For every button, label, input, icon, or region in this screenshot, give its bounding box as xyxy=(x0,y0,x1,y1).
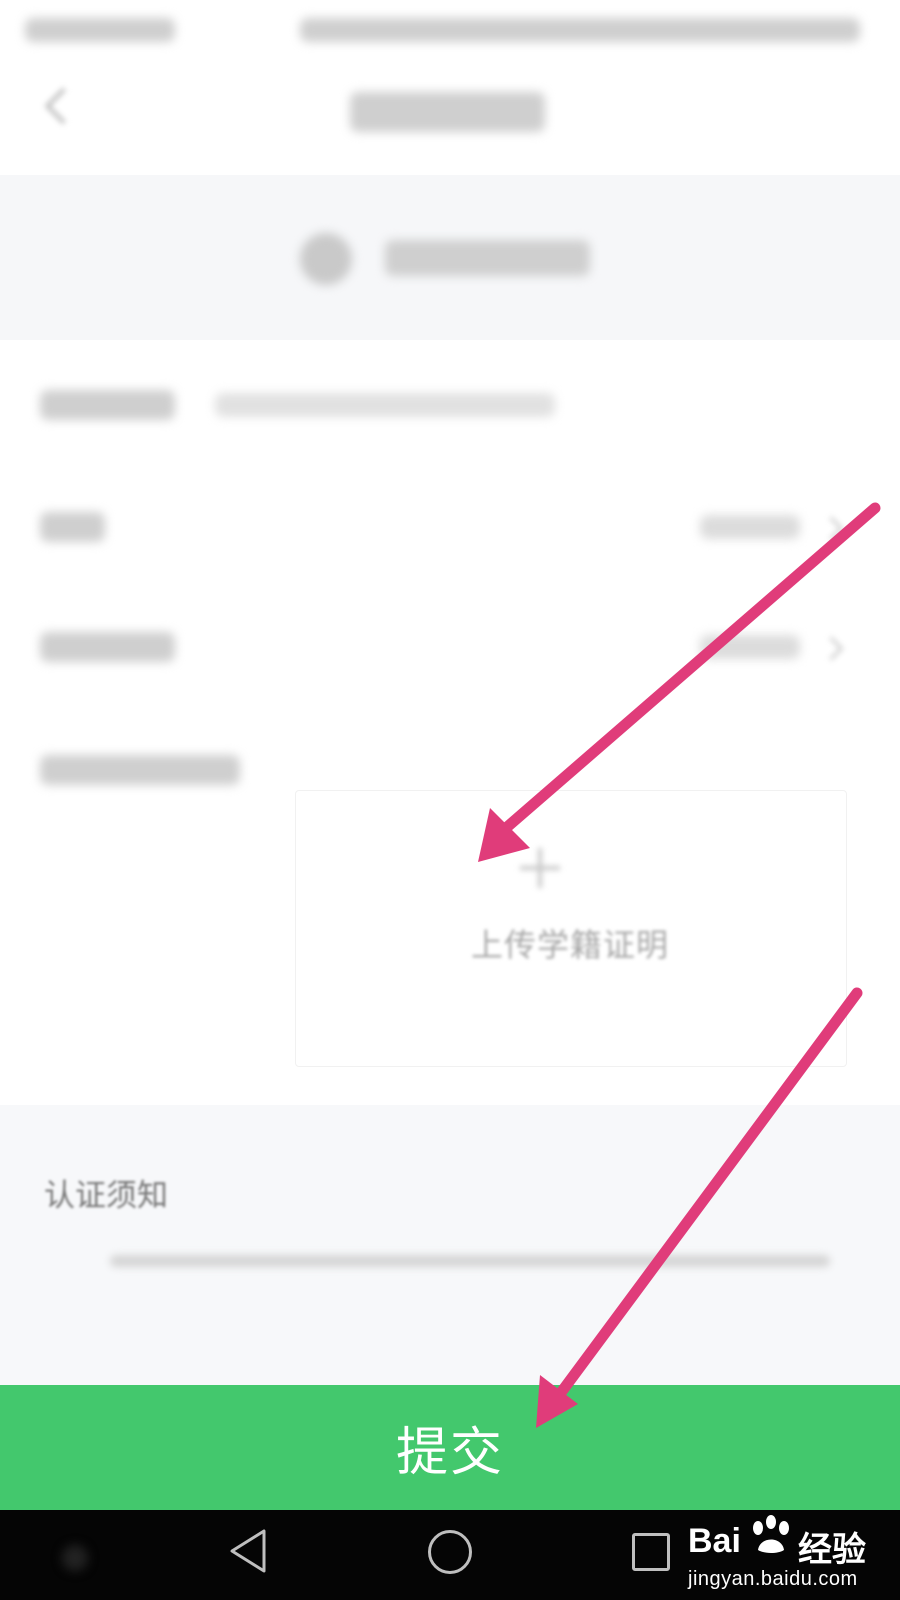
grade-label-blur xyxy=(40,512,105,542)
square-recent-icon[interactable] xyxy=(632,1533,670,1571)
page-title-blur xyxy=(350,92,545,132)
notice-section xyxy=(0,1105,900,1385)
status-circle-icon xyxy=(300,233,352,285)
enroll-value-blur xyxy=(700,635,800,659)
status-indicators-blur xyxy=(300,18,860,42)
plus-icon[interactable] xyxy=(520,848,560,888)
status-bar xyxy=(0,0,900,60)
baidu-jingyan-watermark: Bai 经验 jingyan.baidu.com xyxy=(688,1510,900,1600)
status-carrier-blur xyxy=(25,18,175,42)
banner-text-blur xyxy=(385,240,590,276)
school-label-blur xyxy=(40,390,175,420)
notice-text-blur xyxy=(110,1255,830,1267)
watermark-logo-left: Bai xyxy=(688,1522,741,1560)
nav-dot-blur xyxy=(62,1545,88,1571)
submit-button[interactable]: 提交 xyxy=(0,1385,900,1510)
triangle-back-icon[interactable] xyxy=(228,1528,268,1574)
school-input-blur[interactable] xyxy=(215,393,555,417)
watermark-url: jingyan.baidu.com xyxy=(688,1568,858,1590)
watermark-logo-right: 经验 xyxy=(798,1531,866,1569)
notice-title: 认证须知 xyxy=(44,1178,168,1214)
enroll-label-blur xyxy=(40,632,175,662)
upload-section-label-blur xyxy=(40,755,240,785)
upload-certificate-label: 上传学籍证明 xyxy=(470,926,669,964)
paw-icon xyxy=(753,1515,789,1553)
circle-home-icon[interactable] xyxy=(428,1530,472,1574)
grade-value-blur xyxy=(700,515,800,539)
